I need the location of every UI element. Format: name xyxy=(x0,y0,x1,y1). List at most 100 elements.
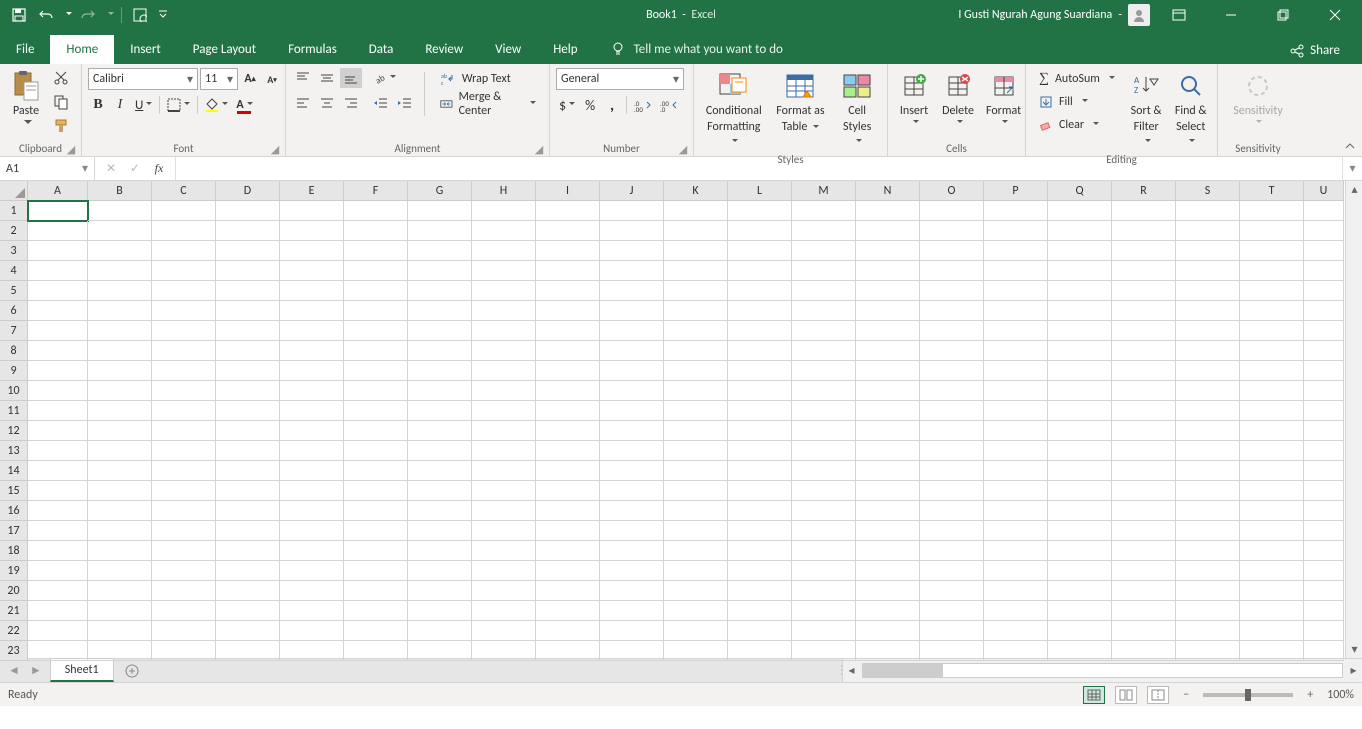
tab-home[interactable]: Home xyxy=(50,35,114,64)
cell[interactable] xyxy=(856,641,920,661)
cell[interactable] xyxy=(856,241,920,261)
cell[interactable] xyxy=(472,201,536,221)
cell[interactable] xyxy=(280,481,344,501)
cell[interactable] xyxy=(472,601,536,621)
cell[interactable] xyxy=(920,481,984,501)
cell[interactable] xyxy=(664,401,728,421)
ribbon-display-icon[interactable] xyxy=(1156,0,1202,29)
cell[interactable] xyxy=(1240,541,1304,561)
cell[interactable] xyxy=(408,601,472,621)
redo-dropdown-icon[interactable] xyxy=(104,4,114,26)
cell[interactable] xyxy=(28,381,88,401)
cell[interactable] xyxy=(88,221,152,241)
cell[interactable] xyxy=(88,381,152,401)
zoom-out-icon[interactable]: − xyxy=(1179,688,1193,702)
fill-button[interactable]: Fill xyxy=(1032,91,1122,113)
cell[interactable] xyxy=(408,541,472,561)
cell[interactable] xyxy=(664,421,728,441)
cell[interactable] xyxy=(1304,241,1344,261)
cell[interactable] xyxy=(536,341,600,361)
cell[interactable] xyxy=(856,481,920,501)
column-header[interactable]: T xyxy=(1240,181,1304,200)
cell[interactable] xyxy=(792,521,856,541)
cells-area[interactable] xyxy=(28,201,1345,661)
cell[interactable] xyxy=(472,301,536,321)
cell[interactable] xyxy=(792,341,856,361)
cell[interactable] xyxy=(1304,501,1344,521)
cell[interactable] xyxy=(920,281,984,301)
cell[interactable] xyxy=(856,421,920,441)
cell[interactable] xyxy=(152,541,216,561)
vertical-scrollbar[interactable]: ▴ ▾ xyxy=(1345,181,1362,658)
cell[interactable] xyxy=(1176,541,1240,561)
cell[interactable] xyxy=(216,541,280,561)
cell[interactable] xyxy=(792,261,856,281)
font-name-combo[interactable]: Calibri▾ xyxy=(88,68,198,90)
cell[interactable] xyxy=(984,261,1048,281)
cell[interactable] xyxy=(1176,561,1240,581)
cell[interactable] xyxy=(664,261,728,281)
cell[interactable] xyxy=(536,301,600,321)
touch-mode-icon[interactable] xyxy=(129,4,151,26)
cell[interactable] xyxy=(792,421,856,441)
cell[interactable] xyxy=(728,321,792,341)
cell[interactable] xyxy=(408,241,472,261)
cell[interactable] xyxy=(792,381,856,401)
cell[interactable] xyxy=(920,261,984,281)
cell[interactable] xyxy=(280,201,344,221)
zoom-level[interactable]: 100% xyxy=(1327,688,1354,702)
cell[interactable] xyxy=(28,221,88,241)
cell[interactable] xyxy=(280,561,344,581)
cell-styles-button[interactable]: CellStyles xyxy=(833,68,881,151)
cell[interactable] xyxy=(728,301,792,321)
cell[interactable] xyxy=(792,581,856,601)
cell[interactable] xyxy=(1112,261,1176,281)
cell[interactable] xyxy=(792,321,856,341)
alignment-dialog-launcher-icon[interactable]: ◢ xyxy=(533,143,545,155)
cell[interactable] xyxy=(984,621,1048,641)
cell[interactable] xyxy=(1112,281,1176,301)
cell[interactable] xyxy=(1048,281,1112,301)
cell[interactable] xyxy=(536,281,600,301)
paste-button[interactable]: Paste xyxy=(6,68,46,130)
column-header[interactable]: Q xyxy=(1048,181,1112,200)
cell[interactable] xyxy=(1112,461,1176,481)
cell[interactable] xyxy=(280,401,344,421)
cell[interactable] xyxy=(664,321,728,341)
cell[interactable] xyxy=(792,501,856,521)
cell[interactable] xyxy=(600,221,664,241)
merge-center-button[interactable]: Merge & Center xyxy=(433,93,543,115)
cell[interactable] xyxy=(152,301,216,321)
align-middle-icon[interactable] xyxy=(316,68,338,88)
cell[interactable] xyxy=(1112,381,1176,401)
cell[interactable] xyxy=(1304,481,1344,501)
number-format-combo[interactable]: General▾ xyxy=(556,68,684,90)
cell[interactable] xyxy=(216,321,280,341)
tab-data[interactable]: Data xyxy=(353,35,410,64)
cell[interactable] xyxy=(1112,221,1176,241)
cell[interactable] xyxy=(216,441,280,461)
tab-view[interactable]: View xyxy=(479,35,537,64)
cell[interactable] xyxy=(1176,601,1240,621)
zoom-slider[interactable] xyxy=(1203,693,1293,697)
cell[interactable] xyxy=(664,521,728,541)
cell[interactable] xyxy=(856,261,920,281)
row-header[interactable]: 20 xyxy=(0,581,27,601)
cell[interactable] xyxy=(280,321,344,341)
cell[interactable] xyxy=(344,361,408,381)
cell[interactable] xyxy=(216,401,280,421)
cell[interactable] xyxy=(88,501,152,521)
cell[interactable] xyxy=(536,501,600,521)
row-header[interactable]: 7 xyxy=(0,321,27,341)
cell[interactable] xyxy=(280,621,344,641)
cell[interactable] xyxy=(280,301,344,321)
cell[interactable] xyxy=(88,461,152,481)
cell[interactable] xyxy=(1048,561,1112,581)
cell[interactable] xyxy=(984,581,1048,601)
column-header[interactable]: G xyxy=(408,181,472,200)
row-header[interactable]: 4 xyxy=(0,261,27,281)
cell[interactable] xyxy=(88,601,152,621)
cell[interactable] xyxy=(344,581,408,601)
maximize-icon[interactable] xyxy=(1260,0,1306,29)
cell[interactable] xyxy=(1048,541,1112,561)
